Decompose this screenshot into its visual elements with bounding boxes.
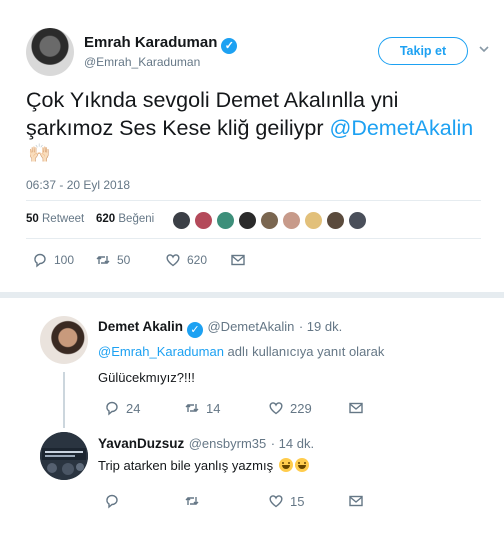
like-icon (268, 493, 284, 509)
reply-text-row: Trip atarken bile yanlış yazmış (98, 458, 309, 473)
thread-line (63, 372, 65, 428)
author-avatar[interactable] (26, 28, 74, 76)
liker-avatar[interactable] (282, 211, 301, 230)
author-name-text[interactable]: Emrah Karaduman (84, 34, 217, 51)
grinning-face-icon (294, 458, 309, 472)
liker-avatar[interactable] (194, 211, 213, 230)
reply-count: 24 (126, 400, 141, 416)
liker-avatar[interactable] (326, 211, 345, 230)
retweet-icon (184, 400, 200, 416)
retweet-count: 50 (26, 213, 39, 225)
reply-count: 100 (54, 253, 75, 267)
like-stat[interactable]: 620 Beğeni (96, 213, 154, 225)
liker-avatar[interactable] (172, 211, 191, 230)
section-divider (0, 292, 504, 298)
like-icon (268, 400, 284, 416)
tweet-timestamp[interactable]: 06:37 - 20 Eyl 2018 (26, 178, 130, 192)
verified-badge-icon: ✓ (221, 38, 238, 54)
reply-header: YavanDuzsuz @ensbyrm35 · 14 dk. (98, 435, 314, 453)
liker-avatars (172, 211, 367, 230)
retweet-action[interactable]: 14 (184, 400, 220, 416)
like-action[interactable]: 229 (268, 400, 312, 416)
like-label: Beğeni (118, 213, 155, 225)
tweet-mention-link[interactable]: @DemetAkalin (330, 116, 474, 140)
author-name[interactable]: Emrah Karaduman ✓ (84, 34, 238, 54)
tweet-text: Çok Yıknda sevgoli Demet Akalınlla yni ş… (26, 86, 496, 142)
reply-time[interactable]: · 14 dk. (271, 436, 314, 451)
reply-action[interactable] (104, 493, 120, 509)
reply-author-handle[interactable]: @ensbyrm35 (189, 436, 267, 451)
tweet-text-line-1: Çok Yıknda sevgoli Demet Akalınlla yni (26, 88, 399, 112)
liker-avatar[interactable] (216, 211, 235, 230)
reply-author-name[interactable]: Demet Akalin (98, 319, 183, 334)
reply-to-link[interactable]: @Emrah_Karaduman (98, 344, 224, 359)
grinning-face-icon (278, 458, 293, 472)
liker-avatar[interactable] (304, 211, 323, 230)
tweet-text-line-2: şarkımoz Ses Kese kliğ geiliypr (26, 116, 330, 140)
reply-action[interactable]: 24 (104, 400, 140, 416)
like-icon (165, 252, 181, 268)
message-action[interactable] (348, 493, 364, 509)
like-action[interactable]: 15 (268, 493, 304, 509)
message-action[interactable] (230, 252, 246, 268)
divider (26, 238, 481, 239)
reply-to-suffix: adlı kullanıcıya yanıt olarak (223, 344, 385, 359)
chevron-down-icon[interactable] (478, 43, 490, 55)
like-count-action: 229 (290, 400, 312, 416)
like-action[interactable]: 620 (165, 252, 207, 268)
reply-icon (104, 400, 120, 416)
retweet-count-action: 50 (117, 253, 131, 267)
reply-action[interactable]: 100 (32, 252, 74, 268)
raised-hands-emoji: 🙌🏻 (28, 143, 51, 163)
retweet-action[interactable] (184, 493, 200, 509)
retweet-action[interactable]: 50 (95, 252, 130, 268)
message-icon (348, 400, 364, 416)
verified-badge-icon: ✓ (187, 322, 204, 338)
like-count-action: 620 (187, 253, 208, 267)
retweet-stat[interactable]: 50 Retweet (26, 213, 84, 225)
author-handle[interactable]: @Emrah_Karaduman (84, 55, 200, 69)
retweet-icon (184, 493, 200, 509)
liker-avatar[interactable] (348, 211, 367, 230)
message-icon (230, 252, 246, 268)
like-count: 620 (96, 213, 116, 225)
reply-author-handle[interactable]: @DemetAkalin (207, 319, 294, 334)
message-icon (348, 493, 364, 509)
reply-header: Demet Akalin ✓ @DemetAkalin · 19 dk. (98, 318, 342, 338)
retweet-icon (95, 252, 111, 268)
liker-avatar[interactable] (238, 211, 257, 230)
reply-context: @Emrah_Karaduman adlı kullanıcıya yanıt … (98, 344, 384, 359)
like-count-action: 15 (290, 493, 305, 509)
message-action[interactable] (348, 400, 364, 416)
reply-icon (104, 493, 120, 509)
retweet-count-action: 14 (206, 400, 221, 416)
reply-icon (32, 252, 48, 268)
follow-button[interactable]: Takip et (378, 37, 468, 65)
reply-text: Gülücekmıyız?!!! (98, 370, 195, 385)
retweet-label: Retweet (42, 213, 85, 225)
liker-avatar[interactable] (260, 211, 279, 230)
reply-author-name[interactable]: YavanDuzsuz (98, 436, 184, 451)
divider (26, 200, 481, 201)
reply-text: Trip atarken bile yanlış yazmış (98, 458, 274, 473)
reply-avatar[interactable] (40, 432, 88, 480)
reply-time[interactable]: · 19 dk. (299, 319, 342, 334)
reply-avatar[interactable] (40, 316, 88, 364)
